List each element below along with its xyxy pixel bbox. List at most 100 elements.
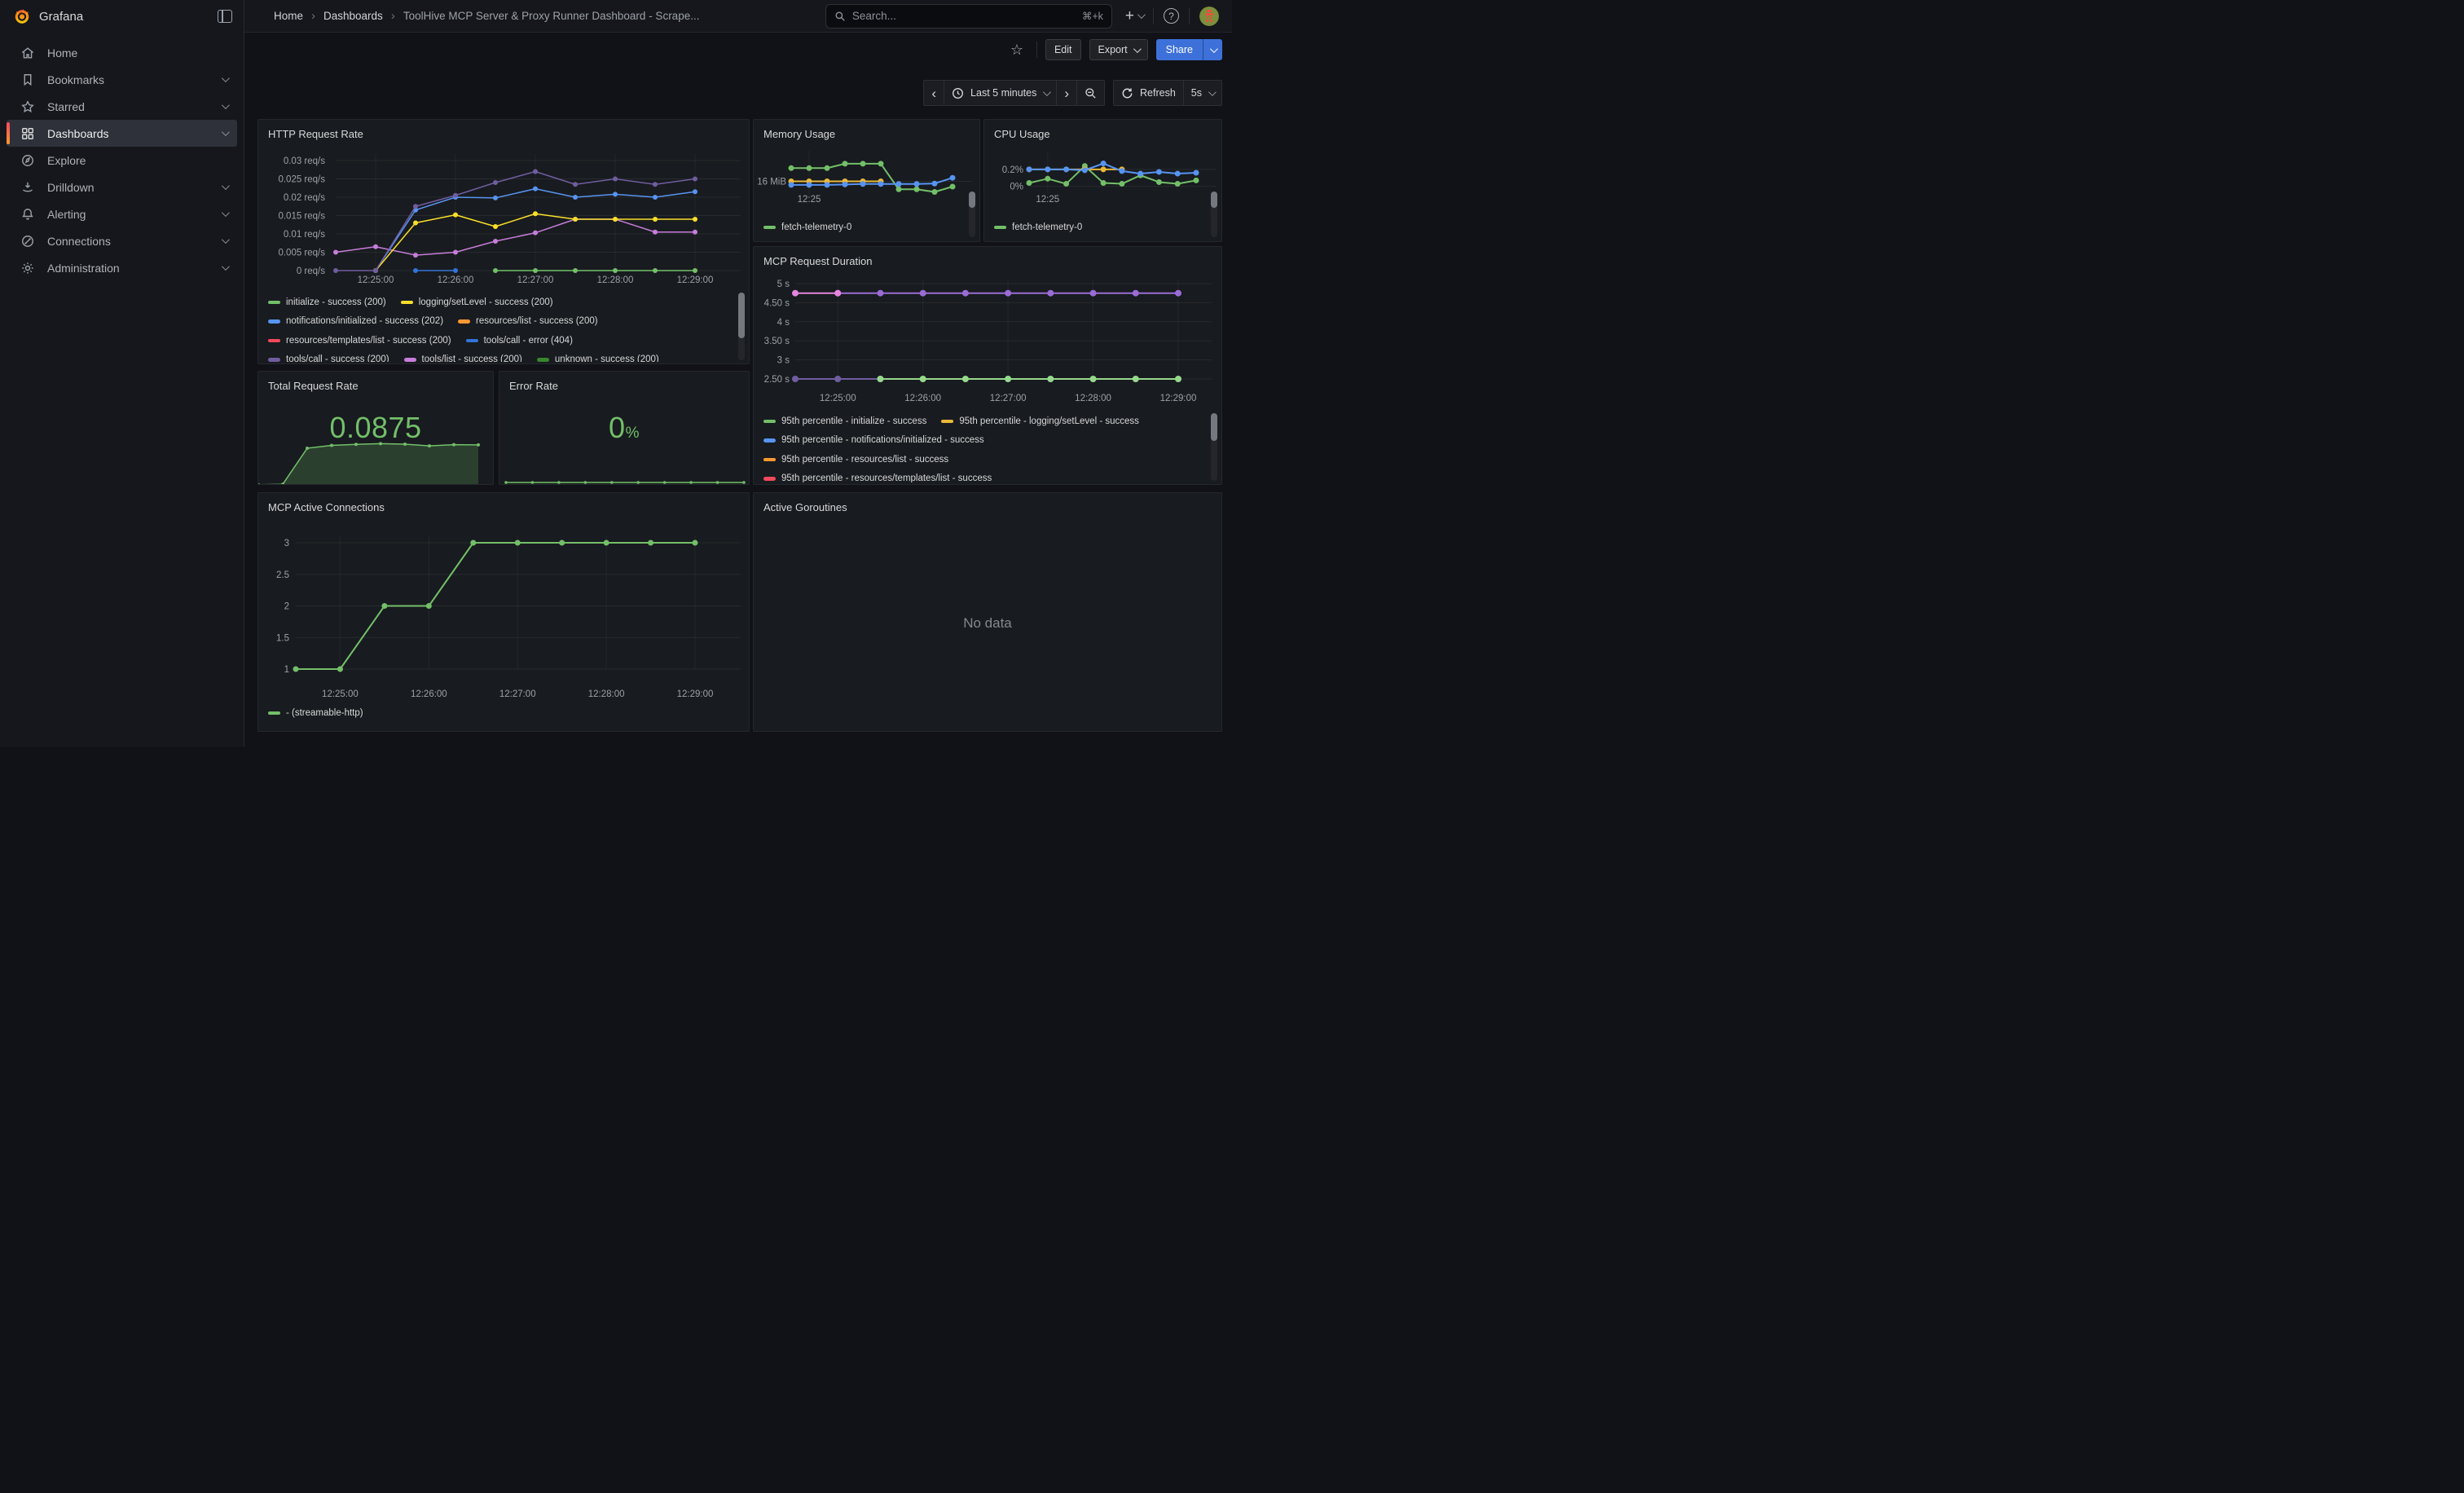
time-back-button[interactable]: ‹ — [923, 80, 944, 106]
chevron-down-icon[interactable] — [222, 74, 230, 82]
legend-item[interactable]: tools/call - success (200) — [268, 355, 389, 362]
chevron-down-icon[interactable] — [222, 262, 230, 271]
scrollbar[interactable] — [1211, 192, 1217, 237]
sidebar-item-home[interactable]: Home — [7, 39, 237, 66]
legend-item[interactable]: tools/call - error (404) — [466, 336, 573, 346]
zoom-out-button[interactable] — [1077, 80, 1105, 106]
refresh-button[interactable]: Refresh — [1113, 80, 1184, 106]
export-button[interactable]: Export — [1089, 39, 1148, 60]
time-forward-button[interactable]: › — [1057, 80, 1077, 106]
legend-item[interactable]: unknown - success (200) — [537, 355, 659, 362]
chevron-down-icon[interactable] — [222, 182, 230, 190]
sidebar-item-connections[interactable]: Connections — [7, 227, 237, 254]
chevron-down-icon[interactable] — [222, 236, 230, 244]
panel-total-request-rate[interactable]: Total Request Rate 0.0875 — [257, 371, 494, 485]
legend-item[interactable]: 95th percentile - notifications/initiali… — [763, 435, 984, 445]
panel-memory-usage[interactable]: Memory Usage 16 MiB12:25 fetch-telemetry… — [753, 119, 980, 242]
breadcrumb-dashboards[interactable]: Dashboards — [323, 10, 383, 22]
legend-item[interactable]: initialize - success (200) — [268, 297, 386, 307]
legend-swatch — [763, 438, 776, 443]
legend-item[interactable]: notifications/initialized - success (202… — [268, 316, 443, 326]
panel-http-request-rate[interactable]: HTTP Request Rate 0 req/s0.005 req/s0.01… — [257, 119, 750, 364]
legend-swatch — [763, 458, 776, 462]
legend-item[interactable]: - (streamable-http) — [268, 708, 363, 718]
svg-text:12:27:00: 12:27:00 — [990, 394, 1027, 403]
time-controls: ‹ Last 5 minutes › Refresh — [923, 80, 1222, 106]
drilldown-icon — [20, 179, 36, 196]
legend-item[interactable]: 95th percentile - initialize - success — [763, 416, 926, 426]
legend-swatch — [763, 420, 776, 424]
sidebar-item-bookmarks[interactable]: Bookmarks — [7, 66, 237, 93]
search-input[interactable]: Search... ⌘+k — [825, 4, 1112, 29]
sidebar-item-alerting[interactable]: Alerting — [7, 200, 237, 227]
divider — [1153, 8, 1154, 24]
svg-text:0.2%: 0.2% — [1002, 165, 1023, 175]
panel-error-rate[interactable]: Error Rate 0% — [499, 371, 750, 485]
panel-mcp-request-duration[interactable]: MCP Request Duration 2.50 s3 s3.50 s4 s4… — [753, 246, 1222, 485]
favorite-star-button[interactable]: ☆ — [1005, 42, 1028, 59]
sidebar-item-administration[interactable]: Administration — [7, 254, 237, 281]
legend-swatch — [763, 226, 776, 230]
clock-icon — [952, 87, 964, 99]
share-button[interactable]: Share — [1156, 39, 1222, 60]
help-button[interactable]: ? — [1164, 8, 1179, 24]
home-icon — [20, 45, 36, 61]
legend-item[interactable]: 95th percentile - logging/setLevel - suc… — [941, 416, 1139, 426]
time-range-picker[interactable]: Last 5 minutes — [944, 80, 1057, 106]
panel-title[interactable]: HTTP Request Rate — [268, 128, 363, 140]
share-menu-button[interactable] — [1203, 39, 1222, 60]
chevron-down-icon — [1210, 45, 1218, 53]
chevron-down-icon[interactable] — [222, 128, 230, 136]
panel-title[interactable]: MCP Request Duration — [763, 255, 872, 267]
avatar[interactable] — [1199, 7, 1219, 26]
edit-button[interactable]: Edit — [1045, 39, 1081, 60]
svg-text:5 s: 5 s — [777, 280, 790, 289]
sidebar-item-drilldown[interactable]: Drilldown — [7, 174, 237, 200]
scrollbar[interactable] — [1211, 413, 1217, 481]
legend-item[interactable]: resources/list - success (200) — [458, 316, 598, 326]
stat-value: 0% — [499, 411, 749, 445]
panel-mcp-active-connections[interactable]: MCP Active Connections 32.521.5112:25:00… — [257, 492, 750, 732]
chevron-down-icon[interactable] — [222, 209, 230, 217]
sidebar-item-dashboards[interactable]: Dashboards — [7, 120, 237, 147]
breadcrumb-home[interactable]: Home — [274, 10, 303, 22]
grafana-logo-icon[interactable] — [13, 7, 31, 25]
legend-swatch — [268, 711, 280, 716]
star-icon — [20, 99, 36, 115]
scrollbar[interactable] — [969, 192, 975, 237]
legend-item[interactable]: 95th percentile - resources/templates/li… — [763, 473, 992, 482]
legend-item[interactable]: tools/list - success (200) — [404, 355, 522, 362]
legend-label: tools/call - error (404) — [484, 336, 573, 346]
panel-title[interactable]: Error Rate — [509, 380, 558, 392]
sidebar-item-explore[interactable]: Explore — [7, 147, 237, 174]
legend-label: tools/list - success (200) — [422, 355, 522, 362]
dock-sidebar-icon[interactable] — [218, 10, 232, 23]
svg-text:0 req/s: 0 req/s — [297, 266, 325, 276]
panel-title[interactable]: Total Request Rate — [268, 380, 359, 392]
panel-active-goroutines[interactable]: Active Goroutines No data — [753, 492, 1222, 732]
legend-item[interactable]: fetch-telemetry-0 — [763, 222, 851, 232]
panel-title[interactable]: Active Goroutines — [763, 501, 847, 513]
panel-title[interactable]: CPU Usage — [994, 128, 1050, 140]
refresh-interval-picker[interactable]: 5s — [1184, 80, 1222, 106]
sidebar-item-label: Alerting — [47, 208, 210, 221]
sidebar-item-starred[interactable]: Starred — [7, 93, 237, 120]
legend-item[interactable]: 95th percentile - resources/list - succe… — [763, 455, 948, 465]
breadcrumb-separator: › — [311, 9, 315, 23]
add-button[interactable]: + — [1125, 8, 1143, 24]
legend-swatch — [268, 339, 280, 343]
chevron-down-icon — [1137, 11, 1146, 19]
chart-legend: fetch-telemetry-0 — [994, 218, 1207, 239]
legend-item[interactable]: resources/templates/list - success (200) — [268, 336, 451, 346]
legend-label: 95th percentile - notifications/initiali… — [781, 435, 984, 445]
svg-text:12:28:00: 12:28:00 — [1075, 394, 1111, 403]
panel-cpu-usage[interactable]: CPU Usage 0.2%0%12:25 fetch-telemetry-0 — [983, 119, 1222, 242]
panel-title[interactable]: Memory Usage — [763, 128, 835, 140]
scrollbar[interactable] — [738, 293, 745, 360]
refresh-interval-label: 5s — [1191, 87, 1202, 99]
chart-mcp-active-connections[interactable]: 32.521.5112:25:0012:26:0012:27:0012:28:0… — [258, 493, 749, 731]
chevron-down-icon[interactable] — [222, 101, 230, 109]
panel-title[interactable]: MCP Active Connections — [268, 501, 385, 513]
legend-item[interactable]: logging/setLevel - success (200) — [401, 297, 553, 307]
legend-item[interactable]: fetch-telemetry-0 — [994, 222, 1082, 232]
